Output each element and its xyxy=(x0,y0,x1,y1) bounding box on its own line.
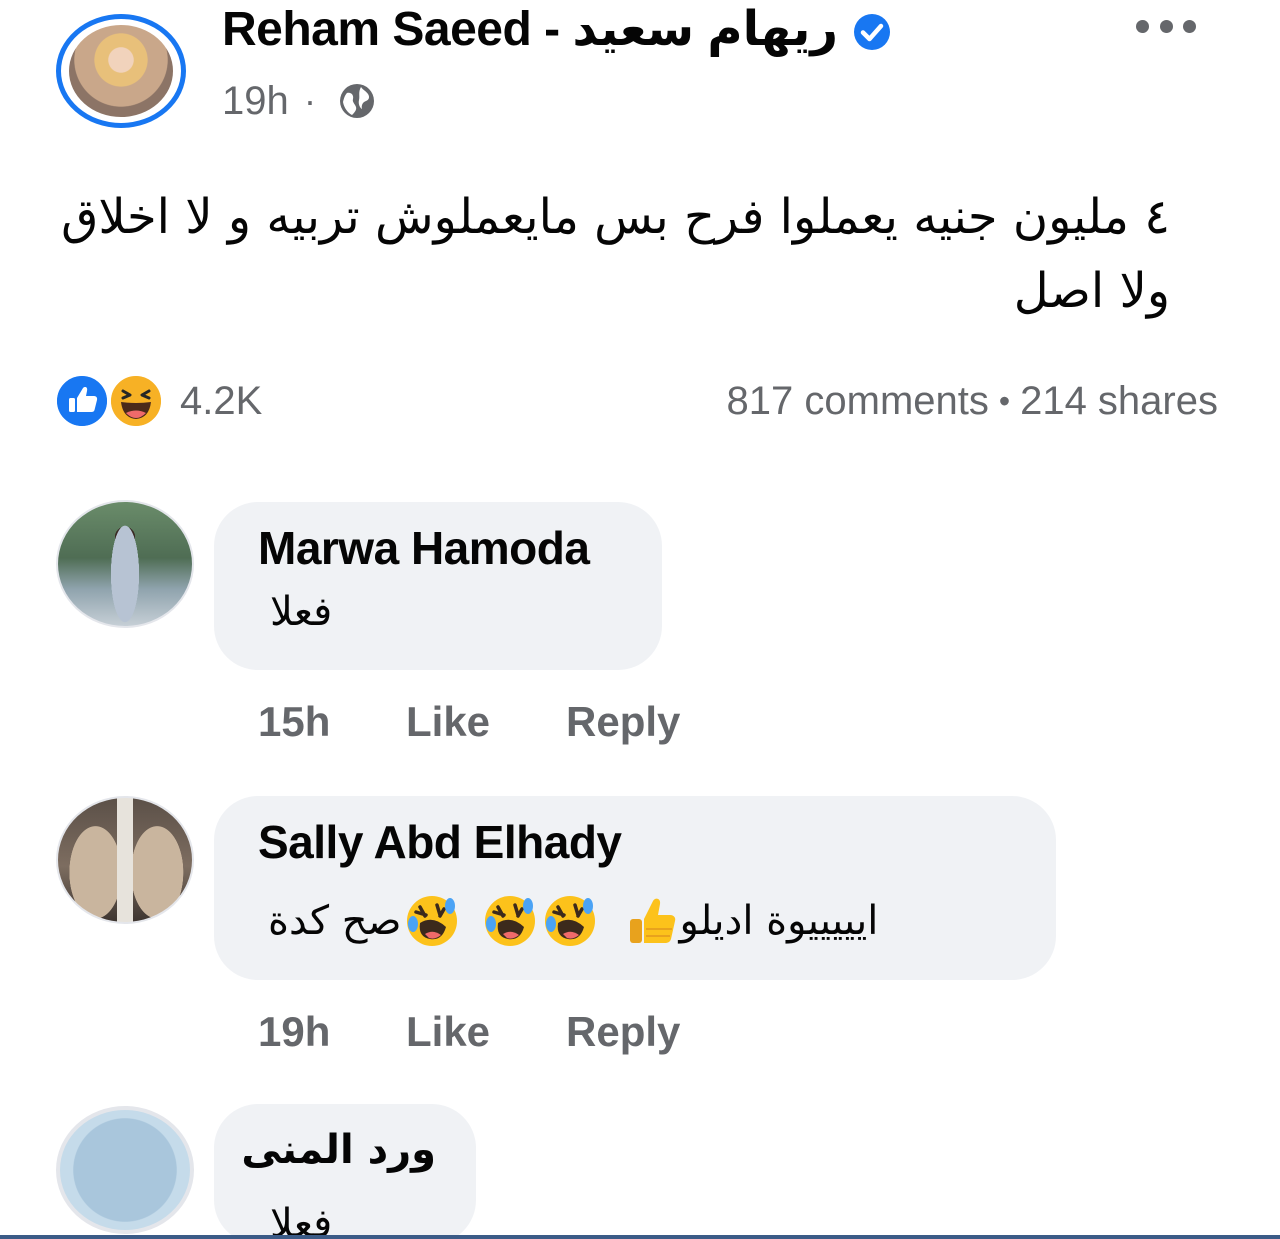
comments-count[interactable]: 817 comments xyxy=(727,379,989,423)
timestamp-separator: · xyxy=(304,80,316,121)
comment-text: ايييييوة اديلو صح كدة xyxy=(268,888,878,954)
commenter-name[interactable]: Marwa Hamoda xyxy=(258,520,590,576)
reply-button[interactable]: Reply xyxy=(566,1004,680,1060)
comment-text-start: ايييييوة اديلو xyxy=(679,898,879,944)
globe-icon xyxy=(340,84,374,118)
rolling-laughing-emoji xyxy=(406,896,457,946)
post-timestamp[interactable]: 19h xyxy=(222,78,289,124)
commenter-name[interactable]: Sally Abd Elhady xyxy=(258,814,622,870)
comment-bubble: Marwa Hamoda فعلا xyxy=(214,502,662,670)
avatar-photo xyxy=(69,25,173,117)
comments-shares-summary: 817 comments • 214 shares xyxy=(727,378,1218,424)
comment-text-end: صح كدة xyxy=(268,898,402,944)
commenter-avatar[interactable] xyxy=(56,796,194,924)
rolling-laughing-emoji xyxy=(484,896,535,946)
shares-count[interactable]: 214 shares xyxy=(1020,379,1218,423)
more-options-icon[interactable] xyxy=(1136,16,1196,36)
comment-timestamp[interactable]: 15h xyxy=(258,694,330,750)
commenter-avatar[interactable] xyxy=(56,1106,194,1234)
like-button[interactable]: Like xyxy=(406,1004,490,1060)
verified-badge-icon xyxy=(854,14,890,50)
post-text: ٤ مليون جنيه يعملوا فرح بس مايعملوش تربي… xyxy=(61,189,1170,319)
like-reaction-icon xyxy=(54,373,110,429)
reply-button[interactable]: Reply xyxy=(566,694,680,750)
reactions-summary[interactable] xyxy=(54,372,174,430)
like-button[interactable]: Like xyxy=(406,694,490,750)
post-author-avatar[interactable] xyxy=(56,14,186,128)
comment-text: فعلا xyxy=(270,1201,333,1239)
comment-bubble: ورد المنى فعلا xyxy=(214,1104,476,1239)
post-author-name[interactable]: Reham Saeed - ريهام سعيد xyxy=(222,0,838,60)
haha-reaction-icon xyxy=(108,373,164,429)
commenter-name[interactable]: ورد المنى xyxy=(241,1122,436,1178)
reaction-count[interactable]: 4.2K xyxy=(180,378,262,424)
facebook-post-screen: Reham Saeed - ريهام سعيد 19h · ٤ مليون ج… xyxy=(0,0,1280,1239)
commenter-avatar[interactable] xyxy=(56,500,194,628)
comment-timestamp[interactable]: 19h xyxy=(258,1004,330,1060)
rolling-laughing-emoji xyxy=(544,896,595,946)
bottom-divider xyxy=(0,1235,1280,1239)
comment-bubble: Sally Abd Elhady ايييييوة اديلو صح كدة xyxy=(214,796,1056,980)
thumbs-up-emoji xyxy=(629,898,675,943)
summary-separator: • xyxy=(998,383,1011,419)
comment-text: فعلا xyxy=(270,589,333,635)
